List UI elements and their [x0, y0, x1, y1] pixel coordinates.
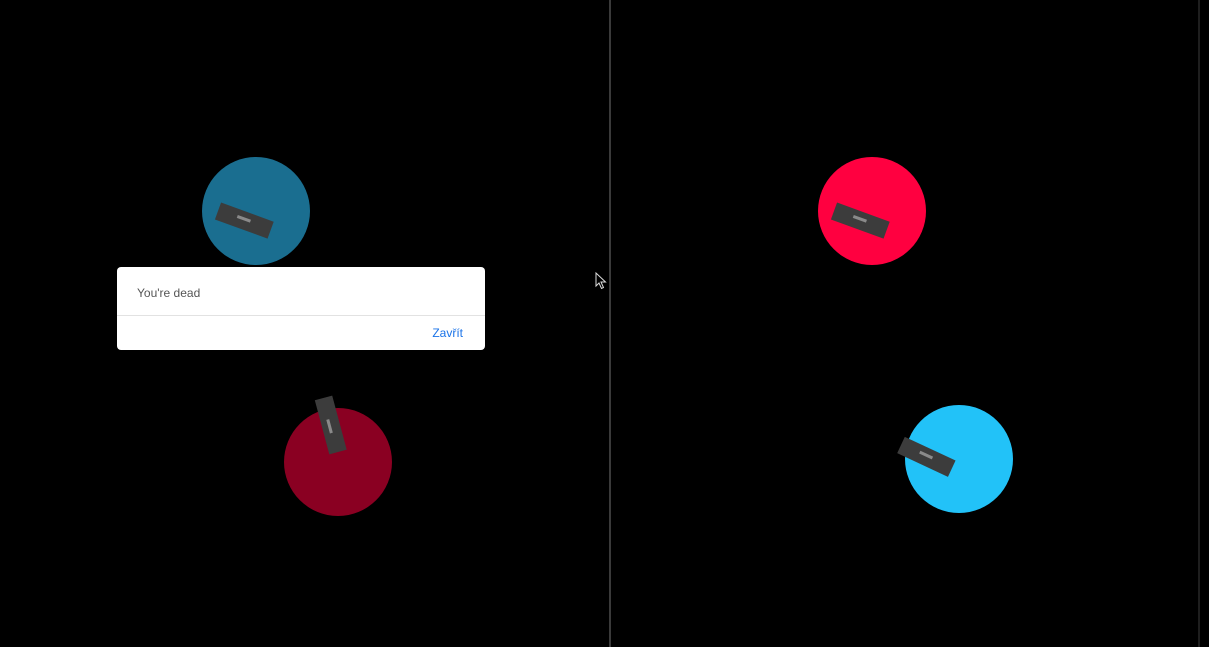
enemy-tank-cyan	[897, 405, 1013, 513]
turret-mark	[852, 215, 867, 223]
dialog-divider	[117, 315, 485, 316]
mouse-pointer-icon	[595, 272, 607, 290]
dialog-message: You're dead	[137, 286, 201, 300]
enemy-tank-red	[284, 395, 392, 516]
turret-mark	[236, 215, 251, 223]
left-player-viewport[interactable]: You're dead Zavřít	[0, 0, 609, 647]
right-player-viewport[interactable]	[611, 0, 1198, 647]
turret-mark	[919, 450, 934, 460]
death-dialog: You're dead Zavřít	[117, 267, 485, 350]
game-screen: You're dead Zavřít	[0, 0, 1209, 647]
close-button[interactable]: Zavřít	[432, 326, 463, 340]
player-tank-blue	[202, 157, 310, 265]
player-tank-red	[818, 157, 926, 265]
window-edge	[1198, 0, 1200, 647]
turret-mark	[326, 419, 333, 434]
